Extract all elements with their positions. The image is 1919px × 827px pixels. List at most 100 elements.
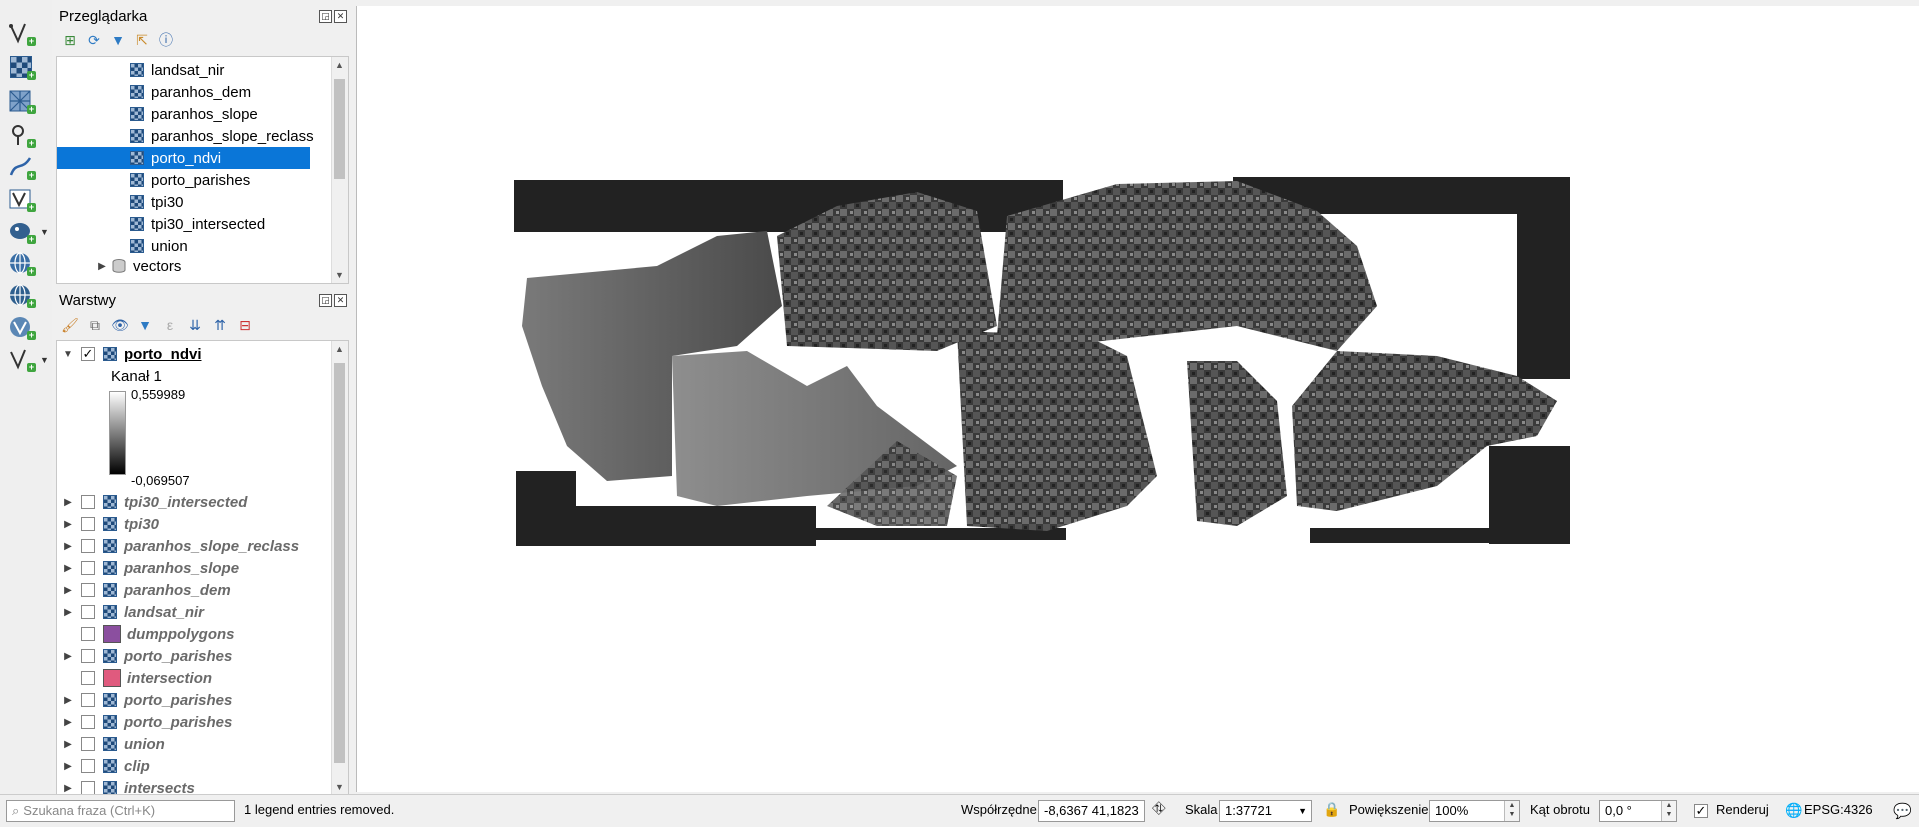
locator-search-input[interactable]: ⌕ Szukana fraza (Ctrl+K) <box>6 800 235 822</box>
filter-expression-icon[interactable]: ε <box>162 317 178 333</box>
layer-visibility-checkbox[interactable] <box>81 605 95 619</box>
float-panel-icon[interactable]: ◲ <box>319 294 332 307</box>
expand-arrow-icon[interactable]: ▶ <box>59 585 77 596</box>
browser-item[interactable]: tpi30 <box>57 191 184 213</box>
browser-item[interactable]: porto_parishes <box>57 169 250 191</box>
expand-arrow-icon[interactable]: ▶ <box>59 651 77 662</box>
new-mesh-layer-icon[interactable]: + <box>6 88 36 114</box>
layer-row[interactable]: intersection <box>59 667 212 689</box>
expand-arrow-icon[interactable]: ▶ <box>59 541 77 552</box>
expand-arrow-icon[interactable]: ▶ <box>59 761 77 772</box>
manage-visibility-icon[interactable]: 👁 <box>111 317 129 333</box>
rotation-field[interactable]: 0,0 ° ▲ ▼ <box>1599 800 1677 822</box>
lock-scale-icon[interactable]: 🔒 <box>1323 801 1340 818</box>
expand-arrow-icon[interactable]: ▶ <box>59 563 77 574</box>
collapse-arrow-icon[interactable]: ▼ <box>59 349 77 360</box>
layer-visibility-checkbox[interactable] <box>81 583 95 597</box>
browser-tree[interactable]: landsat_nir paranhos_dem paranhos_slope par… <box>56 56 349 284</box>
layer-visibility-checkbox[interactable] <box>81 561 95 575</box>
layer-visibility-checkbox[interactable] <box>81 671 95 685</box>
browser-item[interactable]: paranhos_dem <box>57 81 251 103</box>
new-raster-layer-icon[interactable]: + <box>6 54 36 80</box>
close-panel-icon[interactable]: ✕ <box>334 294 347 307</box>
expand-arrow-icon[interactable]: ▶ <box>59 695 77 706</box>
expand-arrow-icon[interactable]: ▶ <box>59 519 77 530</box>
layer-row[interactable]: dumppolygons <box>59 623 235 645</box>
layer-row[interactable]: ▶ paranhos_slope <box>59 557 239 579</box>
new-line-layer-icon[interactable]: + <box>6 154 36 180</box>
collapse-all-icon[interactable]: ⇱ <box>134 32 150 48</box>
coords-field[interactable]: -8,6367 41,1823 <box>1038 800 1145 822</box>
zoom-spinner[interactable]: ▲ ▼ <box>1504 801 1519 821</box>
layer-row[interactable]: ▶ porto_parishes <box>59 645 232 667</box>
layer-visibility-checkbox[interactable] <box>81 715 95 729</box>
expand-arrow-icon[interactable]: ▶ <box>59 497 77 508</box>
layer-visibility-checkbox[interactable]: ✓ <box>81 347 95 361</box>
layer-row[interactable]: ▶ paranhos_slope_reclass <box>59 535 299 557</box>
layer-visibility-checkbox[interactable] <box>81 759 95 773</box>
collapse-all-icon[interactable]: ⇈ <box>212 317 228 333</box>
scale-combo[interactable]: 1:37721 ▼ <box>1219 800 1312 822</box>
layer-row-active[interactable]: ▼ ✓ porto_ndvi <box>59 343 201 365</box>
folder-vectors[interactable]: ▶ vectors <box>93 255 181 277</box>
layers-tree[interactable]: ▼ ✓ porto_ndvi Kanał 1 0,559989 -0,06950… <box>56 340 349 796</box>
add-selected-layers-icon[interactable]: ⊞ <box>62 32 78 48</box>
add-wms-icon[interactable]: + <box>6 250 36 276</box>
map-canvas[interactable] <box>356 6 1919 792</box>
expand-arrow-icon[interactable]: ▶ <box>59 739 77 750</box>
layer-row[interactable]: ▶ paranhos_dem <box>59 579 231 601</box>
layer-visibility-checkbox[interactable] <box>81 737 95 751</box>
expand-arrow-icon[interactable]: ▶ <box>59 607 77 618</box>
layer-row[interactable]: ▶ tpi30_intersected <box>59 491 247 513</box>
add-postgis-icon[interactable]: + ▼ <box>6 218 49 244</box>
rotation-spinner[interactable]: ▲ ▼ <box>1661 801 1676 821</box>
browser-item[interactable]: paranhos_slope_reclass <box>57 125 314 147</box>
layer-visibility-checkbox[interactable] <box>81 539 95 553</box>
messages-icon[interactable]: 💬 <box>1893 802 1912 820</box>
float-panel-icon[interactable]: ◲ <box>319 10 332 23</box>
filter-icon[interactable]: ▼ <box>110 32 126 48</box>
new-virtual-layer-icon[interactable]: + <box>6 186 36 212</box>
layer-visibility-checkbox[interactable] <box>81 517 95 531</box>
add-wfs-icon[interactable]: + <box>6 282 36 308</box>
browser-item[interactable]: tpi30_intersected <box>57 213 265 235</box>
add-wcs-icon[interactable]: + <box>6 314 36 340</box>
layer-row[interactable]: ▶ landsat_nir <box>59 601 204 623</box>
browser-item[interactable]: landsat_nir <box>57 59 224 81</box>
browser-item[interactable]: porto_ndvi <box>57 147 310 169</box>
expand-arrow-icon[interactable]: ▶ <box>59 783 77 794</box>
layer-visibility-checkbox[interactable] <box>81 693 95 707</box>
toggle-extents-icon[interactable]: ⛗ <box>1152 799 1166 819</box>
chevron-down-icon[interactable]: ▼ <box>1298 801 1307 821</box>
layer-visibility-checkbox[interactable] <box>81 781 95 795</box>
layer-row[interactable]: ▶ porto_parishes <box>59 689 232 711</box>
layer-visibility-checkbox[interactable] <box>81 649 95 663</box>
properties-icon[interactable]: ⓘ <box>158 32 174 48</box>
expand-all-icon[interactable]: ⇊ <box>187 317 203 333</box>
remove-layer-icon[interactable]: ⊟ <box>237 317 253 333</box>
crs-button[interactable]: EPSG:4326 <box>1804 802 1873 817</box>
layers-scrollbar[interactable]: ▲ ▼ <box>331 341 348 795</box>
new-vector-layer-icon[interactable]: + <box>6 20 36 46</box>
render-checkbox[interactable]: ✓ <box>1694 804 1708 818</box>
layer-visibility-checkbox[interactable] <box>81 627 95 641</box>
layer-visibility-checkbox[interactable] <box>81 495 95 509</box>
browser-item[interactable]: paranhos_slope <box>57 103 258 125</box>
close-panel-icon[interactable]: ✕ <box>334 10 347 23</box>
style-manager-icon[interactable]: 🖌 <box>61 317 79 333</box>
crs-globe-icon[interactable]: 🌐 <box>1785 802 1802 819</box>
new-point-layer-icon[interactable]: + <box>6 122 36 148</box>
layer-row[interactable]: ▶ union <box>59 733 165 755</box>
add-delimited-text-icon[interactable]: + ▼ <box>6 346 49 372</box>
refresh-icon[interactable]: ⟳ <box>86 32 102 48</box>
layer-row[interactable]: ▶ porto_parishes <box>59 711 232 733</box>
expand-arrow-icon[interactable]: ▶ <box>59 717 77 728</box>
add-group-icon[interactable]: ⧉ <box>87 317 103 333</box>
layer-row[interactable]: ▶ clip <box>59 755 150 777</box>
filter-legend-icon[interactable]: ▼ <box>137 317 153 333</box>
browser-item[interactable]: union <box>57 235 188 257</box>
expand-arrow-icon[interactable]: ▶ <box>93 261 111 272</box>
zoom-field[interactable]: 100% ▲ ▼ <box>1429 800 1520 822</box>
browser-scrollbar[interactable]: ▲ ▼ <box>331 57 348 283</box>
layer-row[interactable]: ▶ tpi30 <box>59 513 159 535</box>
